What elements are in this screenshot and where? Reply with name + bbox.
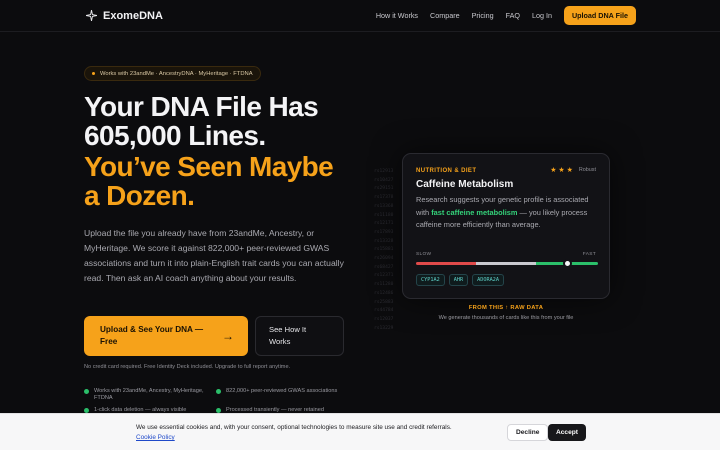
trait-title: Caffeine Metabolism <box>416 179 514 190</box>
cookie-banner: We use essential cookies and, with your … <box>0 413 720 450</box>
cookie-text: We use essential cookies and, with your … <box>136 424 452 441</box>
confidence-rating: ★ ★ ★ Robust <box>550 166 596 174</box>
see-how-it-works-button[interactable]: See How It Works <box>255 316 344 356</box>
gene-chip: CYP1A2 <box>416 274 445 286</box>
trait-description: Research suggests your genetic profile i… <box>416 195 589 230</box>
badge-text: Works with 23andMe · AncestryDNA · MyHer… <box>100 70 253 77</box>
slow-label: SLOW <box>416 252 432 257</box>
raw-data-caption: FROM THIS ↑ RAW DATA <box>468 305 544 311</box>
trait-category: NUTRITION & DIET <box>416 168 477 174</box>
nav-link-compare[interactable]: Compare <box>430 11 460 20</box>
trust-bullets: Works with 23andMe, Ancestry, MyHeritage… <box>84 388 344 414</box>
cta-note: No credit card required. Free Identity D… <box>84 364 291 370</box>
trust-bullet: 822,000+ peer-reviewed GWAS associations <box>216 388 344 402</box>
see-how-label: See How It Works <box>269 325 307 346</box>
raw-data-subcaption: We generate thousands of cards like this… <box>438 315 574 321</box>
nav-link-login[interactable]: Log In <box>532 11 552 20</box>
decline-button[interactable]: Decline <box>507 424 549 441</box>
robust-label: Robust <box>578 167 596 173</box>
landing-page: ExomeDNA How it Works Compare Pricing FA… <box>0 0 720 450</box>
scale-marker <box>562 258 572 268</box>
star-icons: ★ ★ ★ <box>550 167 573 174</box>
nav-link-how-it-works[interactable]: How it Works <box>376 11 418 20</box>
raw-data-line: rs13229 <box>374 325 394 331</box>
fast-label: FAST <box>582 252 596 257</box>
check-dot-icon <box>84 389 89 394</box>
hero-lede: Upload the file you already have from 23… <box>84 228 344 283</box>
brand[interactable]: ExomeDNA <box>86 10 163 22</box>
hero-title-line-2: 605,000 Lines. <box>84 120 266 151</box>
check-dot-icon <box>216 389 221 394</box>
upload-dna-button[interactable]: Upload DNA File <box>563 6 636 25</box>
nav-links: How it Works Compare Pricing FAQ Log In … <box>376 6 636 25</box>
trait-highlight: fast caffeine metabolism <box>431 207 518 217</box>
compatibility-badge: Works with 23andMe · AncestryDNA · MyHer… <box>84 66 261 81</box>
nav-link-pricing[interactable]: Pricing <box>472 11 494 20</box>
sparkle-logo-icon <box>86 10 97 21</box>
gene-chips: CYP1A2 AHR ADORA2A <box>416 274 504 286</box>
gene-chip: AHR <box>448 274 469 286</box>
hero-accent-line-2: a Dozen. <box>84 180 195 211</box>
gene-chip: ADORA2A <box>472 274 504 286</box>
trait-card: NUTRITION & DIET ★ ★ ★ Robust Caffeine M… <box>402 153 610 299</box>
badge-dot-icon <box>92 72 95 75</box>
cookie-policy-link[interactable]: Cookie Policy <box>136 434 175 441</box>
hero-title-line-1: Your DNA File Has <box>84 91 319 122</box>
trust-bullet: Works with 23andMe, Ancestry, MyHeritage… <box>84 388 216 402</box>
upload-free-label: Upload & See Your DNA — Free <box>100 325 204 346</box>
upload-free-button[interactable]: Upload & See Your DNA — Free → <box>84 316 248 356</box>
accept-button[interactable]: Accept <box>548 424 586 441</box>
nav-link-faq[interactable]: FAQ <box>506 11 520 20</box>
arrow-right-icon: → <box>222 329 234 343</box>
hero-title: Your DNA File Has 605,000 Lines. You’ve … <box>84 91 334 211</box>
brand-name: ExomeDNA <box>103 9 163 22</box>
top-nav: ExomeDNA How it Works Compare Pricing FA… <box>0 0 720 32</box>
hero-accent-line-1: You’ve Seen Maybe <box>84 151 334 182</box>
